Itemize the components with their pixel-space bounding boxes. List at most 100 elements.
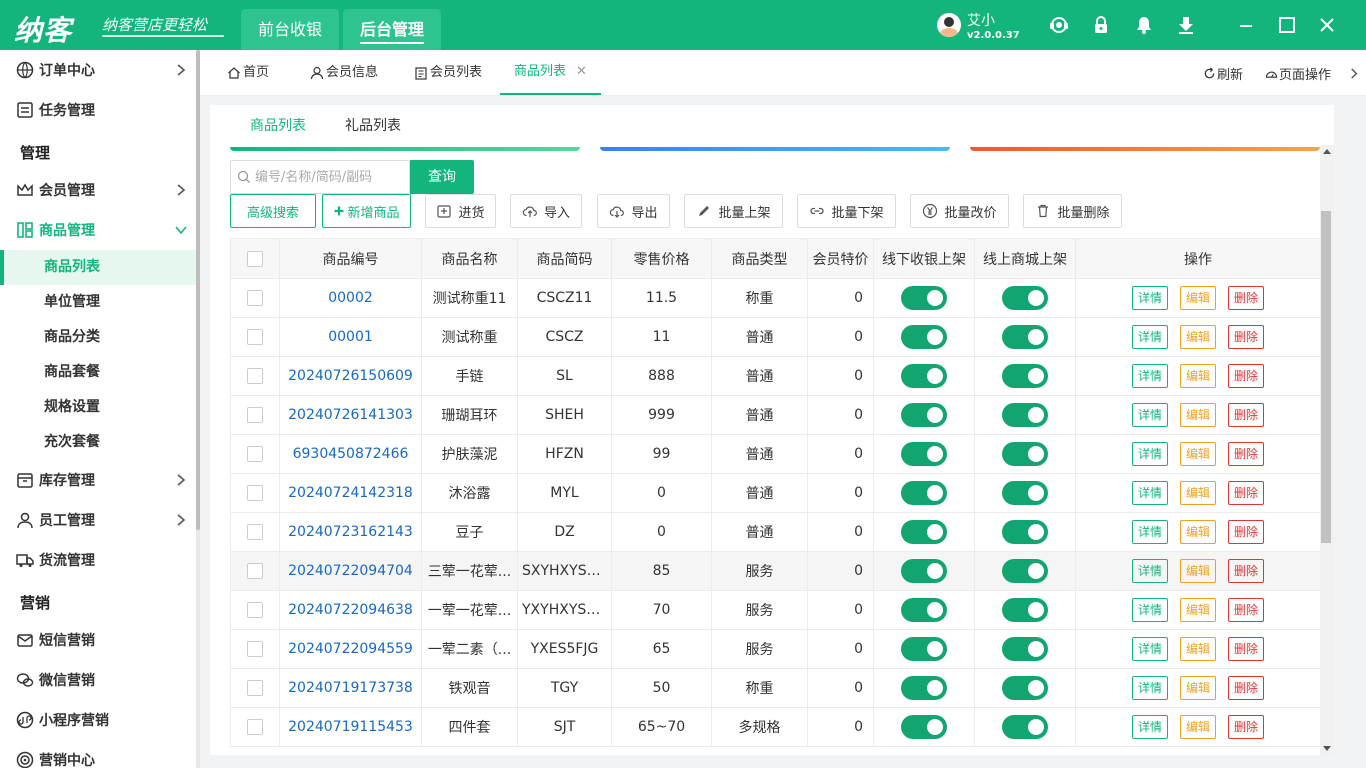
batch-list-button[interactable]: 批量上架 bbox=[684, 194, 783, 228]
edit-button[interactable]: 编辑 bbox=[1180, 598, 1216, 622]
delete-button[interactable]: 删除 bbox=[1228, 403, 1264, 427]
column-header[interactable]: 线上商城上架 bbox=[974, 238, 1076, 279]
support-icon[interactable] bbox=[1048, 14, 1070, 36]
user-name[interactable]: 艾小 bbox=[967, 10, 995, 30]
online-listing-toggle[interactable] bbox=[1002, 637, 1048, 661]
row-checkbox[interactable] bbox=[247, 641, 263, 657]
page-operations-button[interactable]: 页面操作 bbox=[1265, 50, 1331, 96]
detail-button[interactable]: 详情 bbox=[1132, 481, 1168, 505]
table-row[interactable]: 20240726141303 珊瑚耳环 SHEH 999 普通 0 详情 编辑 删除 bbox=[230, 395, 1320, 435]
edit-button[interactable]: 编辑 bbox=[1180, 325, 1216, 349]
minimize-icon[interactable] bbox=[1235, 14, 1257, 36]
select-all-checkbox[interactable] bbox=[247, 250, 263, 267]
offline-listing-toggle[interactable] bbox=[901, 325, 947, 349]
tab-member-info[interactable]: 会员信息 bbox=[310, 50, 378, 95]
column-header[interactable]: 商品类型 bbox=[711, 238, 808, 279]
row-checkbox[interactable] bbox=[247, 680, 263, 696]
edit-button[interactable]: 编辑 bbox=[1180, 676, 1216, 700]
edit-button[interactable]: 编辑 bbox=[1180, 637, 1216, 661]
online-listing-toggle[interactable] bbox=[1002, 715, 1048, 739]
online-listing-toggle[interactable] bbox=[1002, 286, 1048, 310]
product-code[interactable]: 6930450872466 bbox=[279, 434, 422, 474]
row-checkbox[interactable] bbox=[247, 407, 263, 423]
detail-button[interactable]: 详情 bbox=[1132, 598, 1168, 622]
batch-delist-button[interactable]: 批量下架 bbox=[797, 194, 896, 228]
delete-button[interactable]: 删除 bbox=[1228, 481, 1264, 505]
bell-icon[interactable] bbox=[1133, 14, 1155, 36]
product-code[interactable]: 20240726150609 bbox=[279, 356, 422, 396]
offline-listing-toggle[interactable] bbox=[901, 715, 947, 739]
scroll-up-icon[interactable] bbox=[1323, 149, 1331, 154]
online-listing-toggle[interactable] bbox=[1002, 442, 1048, 466]
table-row[interactable]: 6930450872466 护肤藻泥 HFZN 99 普通 0 详情 编辑 删除 bbox=[230, 434, 1320, 474]
sidebar-item-marketing-center[interactable]: 营销中心 bbox=[0, 742, 196, 768]
row-checkbox[interactable] bbox=[247, 329, 263, 345]
detail-button[interactable]: 详情 bbox=[1132, 364, 1168, 388]
product-code[interactable]: 20240719115453 bbox=[279, 707, 422, 747]
delete-button[interactable]: 删除 bbox=[1228, 286, 1264, 310]
online-listing-toggle[interactable] bbox=[1002, 325, 1048, 349]
online-listing-toggle[interactable] bbox=[1002, 364, 1048, 388]
search-field[interactable] bbox=[230, 160, 410, 194]
sidebar-item-wechat-marketing[interactable]: 微信营销 bbox=[0, 662, 196, 698]
subtab-product-list[interactable]: 商品列表 bbox=[250, 105, 306, 147]
sidebar-item-products[interactable]: 商品管理 bbox=[0, 212, 196, 248]
batch-delete-button[interactable]: 批量删除 bbox=[1023, 194, 1122, 228]
product-code[interactable]: 00002 bbox=[279, 278, 422, 318]
offline-listing-toggle[interactable] bbox=[901, 637, 947, 661]
sidebar-item-tasks[interactable]: 任务管理 bbox=[0, 92, 196, 128]
tab-front-cashier[interactable]: 前台收银 bbox=[241, 9, 339, 50]
row-checkbox[interactable] bbox=[247, 719, 263, 735]
edit-button[interactable]: 编辑 bbox=[1180, 403, 1216, 427]
table-row[interactable]: 20240726150609 手链 SL 888 普通 0 详情 编辑 删除 bbox=[230, 356, 1320, 396]
table-row[interactable]: 20240724142318 沐浴露 MYL 0 普通 0 详情 编辑 删除 bbox=[230, 473, 1320, 513]
sidebar-item-orders[interactable]: 订单中心 bbox=[0, 52, 196, 88]
sidebar-item-staff[interactable]: 员工管理 bbox=[0, 502, 196, 538]
scroll-down-icon[interactable] bbox=[1323, 746, 1331, 751]
table-row[interactable]: 00002 测试称重11 CSCZ11 11.5 称重 0 详情 编辑 删除 bbox=[230, 278, 1320, 318]
column-header[interactable]: 商品简码 bbox=[517, 238, 612, 279]
detail-button[interactable]: 详情 bbox=[1132, 637, 1168, 661]
offline-listing-toggle[interactable] bbox=[901, 442, 947, 466]
delete-button[interactable]: 删除 bbox=[1228, 637, 1264, 661]
table-scrollbar-thumb[interactable] bbox=[1321, 211, 1331, 543]
delete-button[interactable]: 删除 bbox=[1228, 559, 1264, 583]
online-listing-toggle[interactable] bbox=[1002, 520, 1048, 544]
tab-close-icon[interactable]: ✕ bbox=[576, 49, 587, 94]
subtab-gift-list[interactable]: 礼品列表 bbox=[345, 105, 401, 147]
table-row[interactable]: 20240719173738 铁观音 TGY 50 称重 0 详情 编辑 删除 bbox=[230, 668, 1320, 708]
row-checkbox[interactable] bbox=[247, 368, 263, 384]
detail-button[interactable]: 详情 bbox=[1132, 676, 1168, 700]
product-code[interactable]: 20240723162143 bbox=[279, 512, 422, 552]
detail-button[interactable]: 详情 bbox=[1132, 403, 1168, 427]
edit-button[interactable]: 编辑 bbox=[1180, 364, 1216, 388]
table-row[interactable]: 00001 测试称重 CSCZ 11 普通 0 详情 编辑 删除 bbox=[230, 317, 1320, 357]
batch-price-button[interactable]: 批量改价 bbox=[910, 194, 1009, 228]
detail-button[interactable]: 详情 bbox=[1132, 715, 1168, 739]
download-icon[interactable] bbox=[1175, 14, 1197, 36]
product-code[interactable]: 00001 bbox=[279, 317, 422, 357]
edit-button[interactable]: 编辑 bbox=[1180, 286, 1216, 310]
sidebar-item-inventory[interactable]: 库存管理 bbox=[0, 462, 196, 498]
sidebar-subitem-packages[interactable]: 商品套餐 bbox=[0, 355, 196, 390]
product-code[interactable]: 20240719173738 bbox=[279, 668, 422, 708]
detail-button[interactable]: 详情 bbox=[1132, 286, 1168, 310]
row-checkbox[interactable] bbox=[247, 602, 263, 618]
offline-listing-toggle[interactable] bbox=[901, 676, 947, 700]
edit-button[interactable]: 编辑 bbox=[1180, 442, 1216, 466]
refresh-button[interactable]: 刷新 bbox=[1203, 50, 1243, 96]
column-header[interactable]: 零售价格 bbox=[611, 238, 712, 279]
detail-button[interactable]: 详情 bbox=[1132, 559, 1168, 583]
lock-icon[interactable] bbox=[1090, 14, 1112, 36]
tab-product-list[interactable]: 商品列表 ✕ bbox=[500, 50, 601, 95]
offline-listing-toggle[interactable] bbox=[901, 364, 947, 388]
table-scrollbar[interactable] bbox=[1320, 145, 1334, 755]
offline-listing-toggle[interactable] bbox=[901, 559, 947, 583]
sidebar-item-sms-marketing[interactable]: 短信营销 bbox=[0, 622, 196, 658]
column-header[interactable]: 商品名称 bbox=[421, 238, 518, 279]
sidebar-scrollbar-thumb[interactable] bbox=[196, 50, 200, 530]
online-listing-toggle[interactable] bbox=[1002, 598, 1048, 622]
user-avatar[interactable] bbox=[937, 13, 961, 37]
row-checkbox[interactable] bbox=[247, 485, 263, 501]
offline-listing-toggle[interactable] bbox=[901, 520, 947, 544]
